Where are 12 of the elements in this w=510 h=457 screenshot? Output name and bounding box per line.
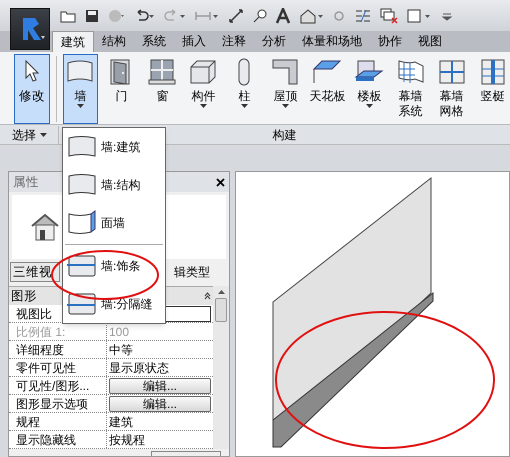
property-label: 显示隐藏线	[9, 431, 107, 448]
property-label: 可见性/图形...	[9, 377, 107, 394]
property-value: 100	[109, 324, 130, 340]
panel-title: 属性	[13, 174, 39, 191]
property-label: 零件可见性	[9, 359, 107, 376]
property-value: 显示原状态	[109, 360, 169, 376]
property-value: 按规程	[109, 432, 145, 448]
property-label: 图形显示选项	[9, 395, 107, 412]
property-value: 中等	[109, 342, 133, 358]
property-label: 规程	[9, 413, 107, 430]
property-value: 建筑	[109, 414, 133, 430]
property-label: 详细程度	[9, 341, 107, 358]
